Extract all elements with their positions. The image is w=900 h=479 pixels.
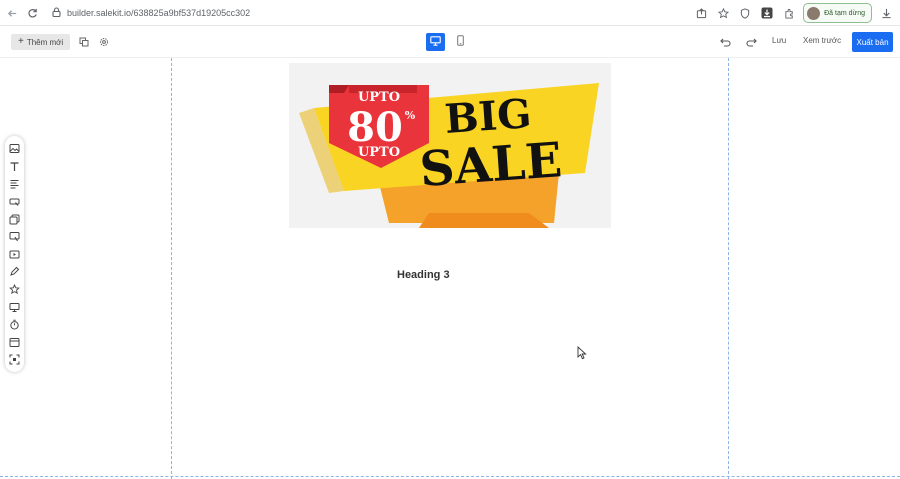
- star-icon[interactable]: [9, 284, 21, 296]
- big-sale-graphic: UPTO 80 % UPTO BIG SALE: [299, 83, 599, 228]
- percent-value-text: 80: [347, 104, 403, 151]
- frame-icon[interactable]: [9, 354, 21, 366]
- browser-bar: builder.salekit.io/638825a9bf537d19205cc…: [0, 0, 900, 26]
- add-new-label: Thêm mới: [26, 37, 64, 47]
- desktop-view-button[interactable]: [426, 33, 445, 51]
- add-new-button[interactable]: + Thêm mới: [11, 34, 71, 50]
- upto-top-text: UPTO: [358, 90, 400, 105]
- editor-canvas[interactable]: UPTO 80 % UPTO BIG SALE Heading 3: [0, 58, 900, 479]
- settings-gear-icon[interactable]: [97, 35, 111, 49]
- extensions-icon[interactable]: [781, 5, 797, 21]
- publish-button[interactable]: Xuất bản: [852, 32, 893, 52]
- paragraph-icon[interactable]: [9, 178, 21, 190]
- big-sale-banner-image[interactable]: UPTO 80 % UPTO BIG SALE: [289, 63, 611, 228]
- plus-icon: +: [18, 36, 24, 47]
- heading-3-text[interactable]: Heading 3: [397, 269, 450, 281]
- back-icon[interactable]: [2, 3, 22, 23]
- image-icon[interactable]: [9, 143, 21, 155]
- form-icon[interactable]: [9, 231, 21, 243]
- star-bookmark-icon[interactable]: [715, 5, 731, 21]
- video-icon[interactable]: [9, 248, 21, 260]
- builder-toolbar: + Thêm mới Lưu Xem trước Xuất bản: [0, 26, 900, 58]
- save-button[interactable]: Lưu: [772, 36, 786, 45]
- shield-icon[interactable]: [737, 5, 753, 21]
- gallery-icon[interactable]: [9, 213, 21, 225]
- content-guide-bottom: [0, 476, 900, 477]
- mobile-view-button[interactable]: [452, 33, 468, 51]
- button-icon[interactable]: [9, 196, 21, 208]
- mobile-icon: [456, 33, 464, 51]
- content-guide-left: [171, 58, 172, 479]
- monitor-icon[interactable]: [9, 301, 21, 313]
- element-toolbox: [5, 136, 24, 372]
- lock-icon: [52, 4, 61, 22]
- redo-icon[interactable]: [744, 35, 758, 49]
- download-box-icon[interactable]: [759, 5, 775, 21]
- pen-icon[interactable]: [9, 266, 21, 278]
- timer-icon[interactable]: [9, 319, 21, 331]
- undo-icon[interactable]: [718, 35, 732, 49]
- share-icon[interactable]: [693, 5, 709, 21]
- section-icon[interactable]: [9, 336, 21, 348]
- upto-bottom-text: UPTO: [358, 145, 400, 160]
- percent-sign-text: %: [405, 109, 416, 122]
- profile-status: Đã tạm dừng: [824, 9, 865, 17]
- reload-icon[interactable]: [22, 3, 42, 23]
- content-guide-right: [728, 58, 729, 479]
- sale-text: SALE: [418, 132, 564, 198]
- mouse-cursor-icon: [577, 345, 587, 360]
- text-icon[interactable]: [9, 160, 21, 172]
- desktop-icon: [430, 33, 441, 51]
- downloads-icon[interactable]: [878, 5, 894, 21]
- url-text: builder.salekit.io/638825a9bf537d19205cc…: [67, 8, 251, 18]
- avatar: [807, 6, 821, 20]
- layers-icon[interactable]: [77, 35, 91, 49]
- address-bar[interactable]: builder.salekit.io/638825a9bf537d19205cc…: [48, 3, 688, 23]
- profile-button[interactable]: Đã tạm dừng: [803, 3, 872, 23]
- preview-button[interactable]: Xem trước: [803, 36, 841, 45]
